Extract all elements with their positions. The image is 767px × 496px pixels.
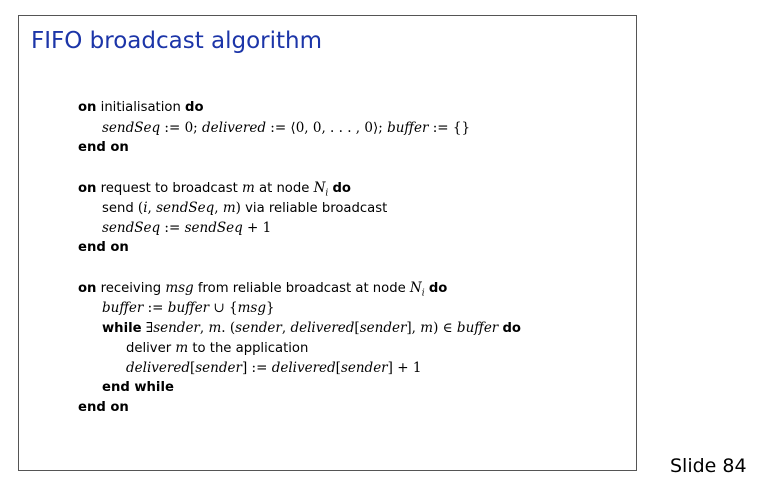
keyword-on: on (78, 181, 97, 196)
receive-buffer-line: buffer := buffer ∪ {msg} (102, 298, 275, 318)
bracket-close: ], (406, 320, 421, 336)
union-op: ∪ { (209, 300, 238, 316)
keyword-do: do (332, 181, 351, 196)
element-of-op: ) ∈ (433, 320, 457, 336)
receive-header-line: on receiving msg from reliable broadcast… (78, 278, 448, 299)
plus-one: + 1 (392, 360, 422, 376)
keyword-on: on (78, 281, 97, 296)
request-increment-line: sendSeq := sendSeq + 1 (102, 218, 271, 238)
var-sendseq: sendSeq (156, 200, 215, 216)
receive-deliver-line: deliver m to the application (126, 338, 308, 358)
var-buffer: buffer (167, 300, 210, 316)
request-event-mid: at node (254, 181, 314, 196)
send-label: send (102, 201, 138, 216)
request-end-on: end on (78, 240, 129, 255)
var-node-n: N (313, 180, 326, 196)
var-m: m (208, 320, 222, 336)
var-delivered: delivered (126, 360, 190, 376)
init-body-line: sendSeq := 0; delivered := ⟨0, 0, . . . … (102, 118, 470, 138)
init-end-on: end on (78, 140, 129, 155)
assign-vector: := ⟨0, 0, . . . , 0⟩; (265, 120, 388, 136)
plus-one: + 1 (242, 220, 272, 236)
assign-op: := (143, 300, 168, 316)
dot-paren: . ( (221, 320, 236, 336)
receive-end-on: end on (78, 400, 129, 415)
keyword-do: do (502, 321, 521, 336)
var-m: m (242, 180, 255, 196)
exists-op: ∃ (141, 320, 154, 336)
subscript-i: i (421, 288, 425, 299)
assign-op: := (247, 360, 272, 376)
init-event-label: initialisation (100, 100, 181, 115)
keyword-while: while (102, 321, 142, 336)
var-sendseq: sendSeq (184, 220, 243, 236)
slide-number: Slide 84 (670, 455, 747, 477)
assign-op: := (160, 220, 185, 236)
var-sender: sender (195, 360, 242, 376)
var-delivered: delivered (271, 360, 336, 376)
request-event-pre: request to broadcast (100, 181, 242, 196)
var-sender: sender (340, 360, 388, 376)
keyword-do: do (185, 100, 204, 115)
comma: , (147, 200, 157, 216)
var-msg: msg (237, 300, 266, 316)
init-header-line: on initialisation do (78, 98, 204, 118)
var-delivered: delivered (202, 120, 266, 136)
var-sender: sender (359, 320, 407, 336)
receive-while-line: while ∃sender, m. (sender, delivered[sen… (102, 318, 521, 338)
var-buffer: buffer (102, 300, 144, 316)
deliver-label: deliver (126, 341, 176, 356)
var-sendseq: sendSeq (102, 120, 161, 136)
var-sendseq: sendSeq (102, 220, 161, 236)
var-delivered: delivered (290, 320, 355, 336)
to-application-label: to the application (188, 341, 309, 356)
receive-event-mid: from reliable broadcast at node (193, 281, 410, 296)
assign-zero: := 0; (160, 120, 203, 136)
slide-title: FIFO broadcast algorithm (31, 28, 323, 54)
via-reliable-broadcast: via reliable broadcast (240, 201, 388, 216)
var-m: m (420, 320, 434, 336)
var-sender: sender (153, 320, 200, 336)
brace-close: } (266, 300, 275, 316)
keyword-on: on (78, 100, 97, 115)
var-buffer: buffer (456, 320, 499, 336)
var-m: m (222, 200, 236, 216)
receive-increment-line: delivered[sender] := delivered[sender] +… (126, 358, 421, 378)
var-m: m (175, 340, 189, 356)
var-msg: msg (165, 280, 194, 296)
request-header-line: on request to broadcast m at node Ni do (78, 178, 351, 199)
var-buffer: buffer (387, 120, 429, 136)
keyword-do: do (428, 281, 448, 296)
var-sender: sender (235, 320, 282, 336)
var-node-n: N (409, 280, 422, 296)
request-send-line: send (i, sendSeq, m) via reliable broadc… (102, 198, 387, 218)
receive-event-pre: receiving (100, 281, 166, 296)
comma: , (214, 200, 223, 216)
receive-end-while: end while (102, 380, 174, 395)
assign-empty-set: := {} (428, 120, 471, 136)
